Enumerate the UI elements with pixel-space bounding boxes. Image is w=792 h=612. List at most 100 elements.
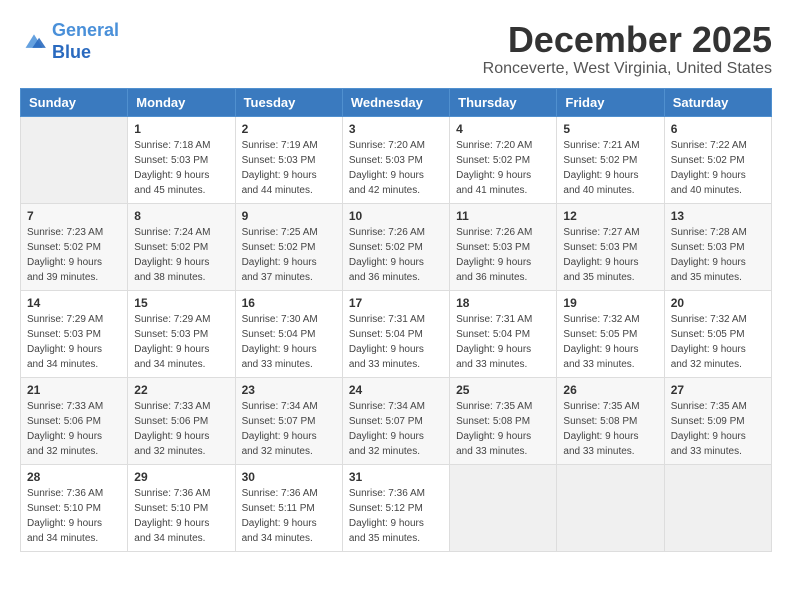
calendar-cell [664,464,771,551]
day-number: 12 [563,209,657,223]
day-number: 4 [456,122,550,136]
calendar-cell: 26 Sunrise: 7:35 AMSunset: 5:08 PMDayligh… [557,377,664,464]
calendar-cell: 13Sunrise: 7:28 AMSunset: 5:03 PMDayligh… [664,203,771,290]
day-info: Sunrise: 7:32 AMSunset: 5:05 PMDaylight:… [671,312,765,372]
calendar-cell: 27 Sunrise: 7:35 AMSunset: 5:09 PMDayligh… [664,377,771,464]
calendar-cell: 1Sunrise: 7:18 AMSunset: 5:03 PMDaylight… [128,116,235,203]
calendar-cell: 4 Sunrise: 7:20 AMSunset: 5:02 PMDaylight… [450,116,557,203]
calendar-cell: 3 Sunrise: 7:20 AMSunset: 5:03 PMDaylight… [342,116,449,203]
calendar-cell: 21Sunrise: 7:33 AMSunset: 5:06 PMDayligh… [21,377,128,464]
day-number: 22 [134,383,228,397]
weekday-header-thursday: Thursday [450,88,557,116]
calendar-cell: 24 Sunrise: 7:34 AMSunset: 5:07 PMDayligh… [342,377,449,464]
day-info: Sunrise: 7:31 AMSunset: 5:04 PMDaylight:… [456,312,550,372]
day-info: Sunrise: 7:36 AMSunset: 5:11 PMDaylight:… [242,486,336,546]
calendar-cell: 16 Sunrise: 7:30 AMSunset: 5:04 PMDayligh… [235,290,342,377]
day-number: 14 [27,296,121,310]
location-subtitle: Ronceverte, West Virginia, United States [483,60,772,78]
day-info: Sunrise: 7:31 AMSunset: 5:04 PMDaylight:… [349,312,443,372]
weekday-header-wednesday: Wednesday [342,88,449,116]
title-block: December 2025 Ronceverte, West Virginia,… [483,20,772,78]
calendar-cell: 31 Sunrise: 7:36 AMSunset: 5:12 PMDayligh… [342,464,449,551]
page-header: General Blue December 2025 Ronceverte, W… [20,20,772,78]
day-info: Sunrise: 7:35 AMSunset: 5:09 PMDaylight:… [671,399,765,459]
day-number: 10 [349,209,443,223]
calendar-header-row: SundayMondayTuesdayWednesdayThursdayFrid… [21,88,772,116]
day-number: 2 [242,122,336,136]
day-number: 27 [671,383,765,397]
day-info: Sunrise: 7:35 AMSunset: 5:08 PMDaylight:… [563,399,657,459]
day-info: Sunrise: 7:19 AMSunset: 5:03 PMDaylight:… [242,138,336,198]
day-number: 3 [349,122,443,136]
calendar-cell [557,464,664,551]
weekday-header-sunday: Sunday [21,88,128,116]
calendar-cell [450,464,557,551]
calendar-cell: 8Sunrise: 7:24 AMSunset: 5:02 PMDaylight… [128,203,235,290]
day-info: Sunrise: 7:28 AMSunset: 5:03 PMDaylight:… [671,225,765,285]
day-info: Sunrise: 7:36 AMSunset: 5:10 PMDaylight:… [27,486,121,546]
calendar-cell: 30 Sunrise: 7:36 AMSunset: 5:11 PMDayligh… [235,464,342,551]
day-info: Sunrise: 7:23 AMSunset: 5:02 PMDaylight:… [27,225,121,285]
day-info: Sunrise: 7:29 AMSunset: 5:03 PMDaylight:… [27,312,121,372]
day-number: 8 [134,209,228,223]
calendar-cell: 22 Sunrise: 7:33 AMSunset: 5:06 PMDayligh… [128,377,235,464]
weekday-header-monday: Monday [128,88,235,116]
calendar-cell: 20Sunrise: 7:32 AMSunset: 5:05 PMDayligh… [664,290,771,377]
calendar-week-row: 28 Sunrise: 7:36 AMSunset: 5:10 PMDayligh… [21,464,772,551]
day-info: Sunrise: 7:33 AMSunset: 5:06 PMDaylight:… [134,399,228,459]
calendar-cell [21,116,128,203]
calendar-cell: 2 Sunrise: 7:19 AMSunset: 5:03 PMDaylight… [235,116,342,203]
calendar-cell: 29Sunrise: 7:36 AMSunset: 5:10 PMDayligh… [128,464,235,551]
day-number: 1 [134,122,228,136]
day-number: 31 [349,470,443,484]
day-info: Sunrise: 7:26 AMSunset: 5:03 PMDaylight:… [456,225,550,285]
calendar-week-row: 7 Sunrise: 7:23 AMSunset: 5:02 PMDaylight… [21,203,772,290]
day-number: 18 [456,296,550,310]
calendar-cell: 5 Sunrise: 7:21 AMSunset: 5:02 PMDaylight… [557,116,664,203]
calendar-cell: 14 Sunrise: 7:29 AMSunset: 5:03 PMDayligh… [21,290,128,377]
logo-icon [20,31,48,53]
weekday-header-friday: Friday [557,88,664,116]
day-info: Sunrise: 7:22 AMSunset: 5:02 PMDaylight:… [671,138,765,198]
day-info: Sunrise: 7:20 AMSunset: 5:03 PMDaylight:… [349,138,443,198]
day-number: 26 [563,383,657,397]
weekday-header-tuesday: Tuesday [235,88,342,116]
day-number: 21 [27,383,121,397]
calendar-cell: 12 Sunrise: 7:27 AMSunset: 5:03 PMDayligh… [557,203,664,290]
day-number: 17 [349,296,443,310]
day-info: Sunrise: 7:27 AMSunset: 5:03 PMDaylight:… [563,225,657,285]
day-number: 6 [671,122,765,136]
calendar-cell: 9 Sunrise: 7:25 AMSunset: 5:02 PMDaylight… [235,203,342,290]
day-info: Sunrise: 7:29 AMSunset: 5:03 PMDaylight:… [134,312,228,372]
day-number: 25 [456,383,550,397]
weekday-header-saturday: Saturday [664,88,771,116]
month-year-title: December 2025 [483,20,772,60]
day-info: Sunrise: 7:30 AMSunset: 5:04 PMDaylight:… [242,312,336,372]
calendar-week-row: 21 Sunrise: 7:33 AMSunset: 5:06 PMDayligh… [21,377,772,464]
calendar-cell: 25 Sunrise: 7:35 AMSunset: 5:08 PMDayligh… [450,377,557,464]
calendar-cell: 11 Sunrise: 7:26 AMSunset: 5:03 PMDayligh… [450,203,557,290]
day-number: 30 [242,470,336,484]
day-number: 7 [27,209,121,223]
calendar-cell: 28 Sunrise: 7:36 AMSunset: 5:10 PMDayligh… [21,464,128,551]
day-info: Sunrise: 7:36 AMSunset: 5:12 PMDaylight:… [349,486,443,546]
day-number: 28 [27,470,121,484]
day-info: Sunrise: 7:20 AMSunset: 5:02 PMDaylight:… [456,138,550,198]
day-number: 9 [242,209,336,223]
calendar-cell: 19Sunrise: 7:32 AMSunset: 5:05 PMDayligh… [557,290,664,377]
day-number: 11 [456,209,550,223]
day-info: Sunrise: 7:35 AMSunset: 5:08 PMDaylight:… [456,399,550,459]
day-info: Sunrise: 7:21 AMSunset: 5:02 PMDaylight:… [563,138,657,198]
calendar-cell: 15Sunrise: 7:29 AMSunset: 5:03 PMDayligh… [128,290,235,377]
day-number: 24 [349,383,443,397]
day-info: Sunrise: 7:34 AMSunset: 5:07 PMDaylight:… [349,399,443,459]
day-number: 16 [242,296,336,310]
day-info: Sunrise: 7:32 AMSunset: 5:05 PMDaylight:… [563,312,657,372]
calendar-week-row: 1Sunrise: 7:18 AMSunset: 5:03 PMDaylight… [21,116,772,203]
day-info: Sunrise: 7:25 AMSunset: 5:02 PMDaylight:… [242,225,336,285]
calendar-cell: 18 Sunrise: 7:31 AMSunset: 5:04 PMDayligh… [450,290,557,377]
day-number: 5 [563,122,657,136]
calendar-cell: 7 Sunrise: 7:23 AMSunset: 5:02 PMDaylight… [21,203,128,290]
day-number: 29 [134,470,228,484]
calendar-table: SundayMondayTuesdayWednesdayThursdayFrid… [20,88,772,552]
